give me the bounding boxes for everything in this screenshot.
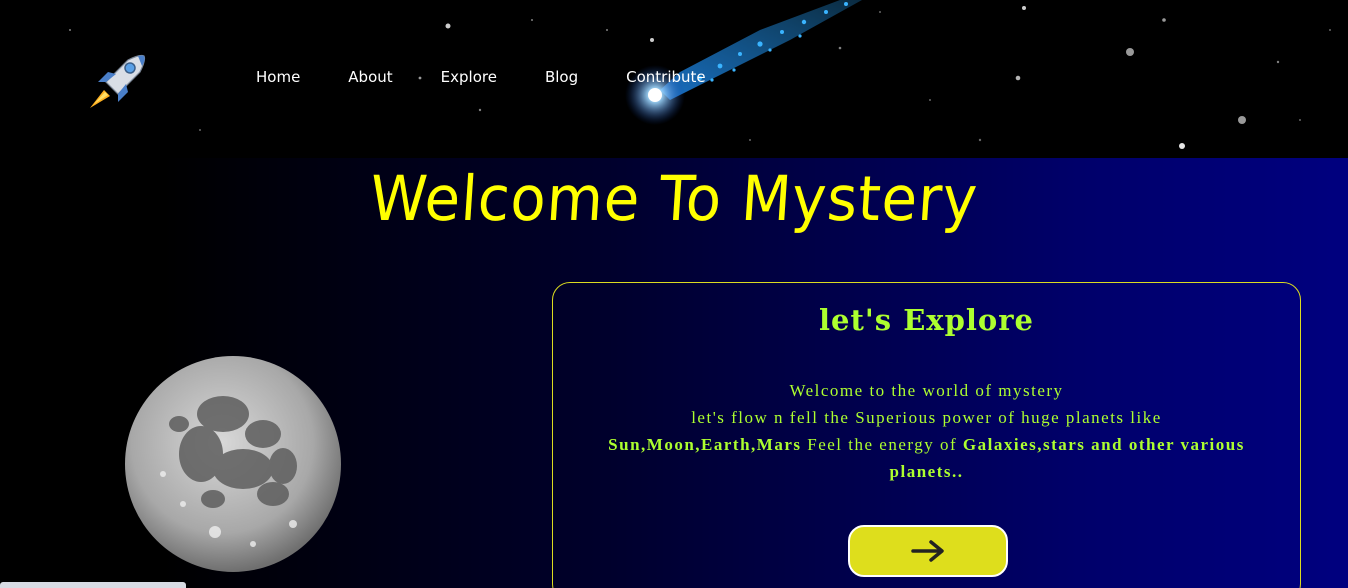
explore-arrow-button[interactable] bbox=[848, 525, 1008, 577]
card-line-1: Welcome to the world of mystery bbox=[789, 381, 1064, 400]
rocket-icon[interactable] bbox=[80, 52, 150, 112]
nav-home-link[interactable]: Home bbox=[256, 68, 300, 86]
card-title: let's Explore bbox=[819, 303, 1034, 337]
main-nav: Home About Explore Blog Contribute bbox=[256, 68, 754, 86]
nav-explore-link[interactable]: Explore bbox=[441, 68, 497, 86]
moon-image bbox=[125, 356, 341, 572]
card-description: Welcome to the world of mystery let's fl… bbox=[553, 377, 1300, 485]
card-planets-text: Sun,Moon,Earth,Mars bbox=[608, 435, 802, 454]
header-banner: Home About Explore Blog Contribute bbox=[0, 0, 1348, 158]
nav-blog-link[interactable]: Blog bbox=[545, 68, 578, 86]
arrow-right-icon bbox=[911, 540, 944, 562]
explore-card: let's Explore Welcome to the world of my… bbox=[552, 282, 1301, 588]
horizontal-scrollbar[interactable] bbox=[0, 582, 186, 588]
nav-about-link[interactable]: About bbox=[348, 68, 392, 86]
page-title: Welcome To Mystery bbox=[367, 162, 981, 235]
card-line-2: let's flow n fell the Superious power of… bbox=[691, 408, 1162, 427]
nav-contribute-link[interactable]: Contribute bbox=[626, 68, 706, 86]
card-mid-text: Feel the energy of bbox=[801, 435, 963, 454]
